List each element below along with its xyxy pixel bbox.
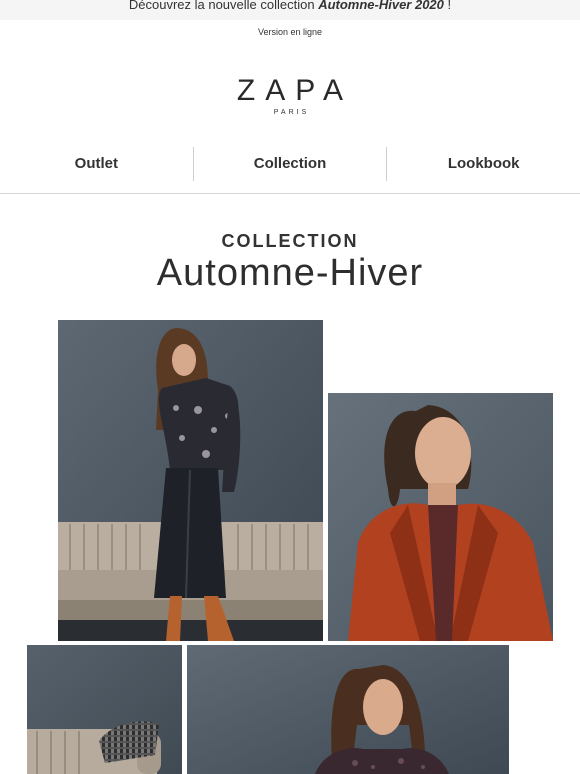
section-heading: COLLECTION Automne-Hiver: [0, 231, 580, 295]
section-kicker: COLLECTION: [221, 231, 359, 251]
model-dark-top-photo[interactable]: [187, 645, 509, 774]
model-black-leather-skirt-photo[interactable]: [58, 320, 323, 641]
sofa-plaid-photo[interactable]: [27, 645, 182, 774]
announcement-prefix: Découvrez la nouvelle collection: [128, 0, 319, 12]
web-version-link[interactable]: Version en ligne: [0, 27, 580, 37]
announcement-suffix: !: [443, 0, 452, 12]
announcement-bar: Découvrez la nouvelle collection Automne…: [0, 0, 580, 20]
nav-bottom-rule: [0, 193, 580, 194]
logo-city: PARIS: [273, 109, 310, 116]
nav-outlet[interactable]: Outlet: [0, 145, 193, 183]
logo-wordmark: ZAPA: [236, 74, 354, 107]
nav-lookbook[interactable]: Lookbook: [387, 145, 580, 183]
announcement-highlight: Automne-Hiver 2020: [318, 0, 444, 12]
brand-logo[interactable]: ZAPA PARIS: [0, 74, 580, 116]
nav-collection[interactable]: Collection: [194, 145, 387, 183]
main-nav: Outlet Collection Lookbook: [0, 145, 580, 183]
section-title: Automne-Hiver: [156, 252, 424, 294]
model-red-coat-photo[interactable]: [328, 393, 553, 641]
